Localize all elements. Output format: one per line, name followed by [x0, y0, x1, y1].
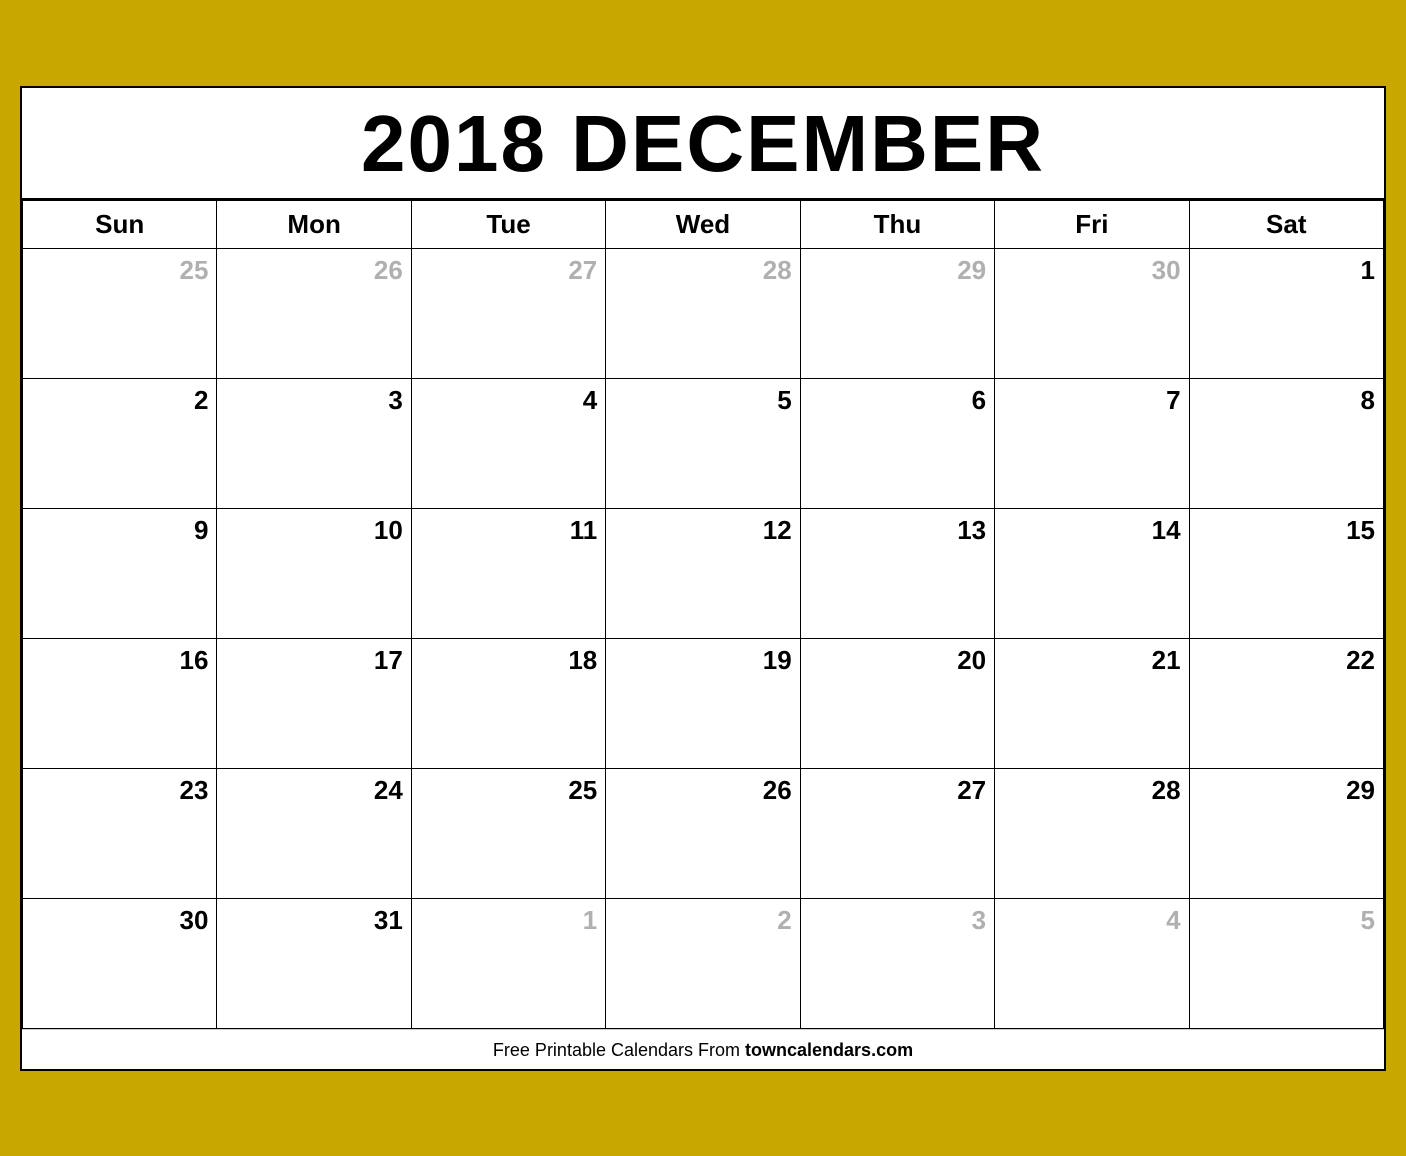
calendar-day-cell: 29 — [1189, 768, 1383, 898]
calendar-day-cell: 29 — [800, 248, 994, 378]
day-header-sun: Sun — [23, 200, 217, 248]
calendar-day-cell: 3 — [800, 898, 994, 1028]
calendar-day-cell: 26 — [606, 768, 800, 898]
calendar-day-cell: 1 — [411, 898, 605, 1028]
day-headers-row: SunMonTueWedThuFriSat — [23, 200, 1384, 248]
calendar-day-cell: 1 — [1189, 248, 1383, 378]
calendar-title: 2018 DECEMBER — [22, 88, 1384, 200]
calendar-day-cell: 16 — [23, 638, 217, 768]
footer-text: Free Printable Calendars From — [493, 1040, 745, 1060]
calendar-body: 2526272829301234567891011121314151617181… — [23, 248, 1384, 1028]
calendar-footer: Free Printable Calendars From towncalend… — [22, 1029, 1384, 1069]
calendar-day-cell: 13 — [800, 508, 994, 638]
calendar-week-row: 9101112131415 — [23, 508, 1384, 638]
calendar-day-cell: 5 — [1189, 898, 1383, 1028]
calendar-day-cell: 25 — [411, 768, 605, 898]
calendar-inner: 2018 DECEMBER SunMonTueWedThuFriSat 2526… — [20, 86, 1386, 1071]
calendar-day-cell: 17 — [217, 638, 411, 768]
calendar-day-cell: 31 — [217, 898, 411, 1028]
day-header-tue: Tue — [411, 200, 605, 248]
calendar-day-cell: 28 — [606, 248, 800, 378]
day-header-sat: Sat — [1189, 200, 1383, 248]
calendar-day-cell: 7 — [995, 378, 1189, 508]
calendar-day-cell: 12 — [606, 508, 800, 638]
calendar-day-cell: 23 — [23, 768, 217, 898]
calendar-week-row: 23242526272829 — [23, 768, 1384, 898]
calendar-week-row: 303112345 — [23, 898, 1384, 1028]
calendar-day-cell: 14 — [995, 508, 1189, 638]
calendar-day-cell: 8 — [1189, 378, 1383, 508]
calendar-day-cell: 19 — [606, 638, 800, 768]
calendar-wrapper: 2018 DECEMBER SunMonTueWedThuFriSat 2526… — [10, 76, 1396, 1081]
calendar-day-cell: 21 — [995, 638, 1189, 768]
day-header-fri: Fri — [995, 200, 1189, 248]
calendar-day-cell: 22 — [1189, 638, 1383, 768]
day-header-mon: Mon — [217, 200, 411, 248]
calendar-day-cell: 5 — [606, 378, 800, 508]
calendar-day-cell: 2 — [606, 898, 800, 1028]
calendar-week-row: 16171819202122 — [23, 638, 1384, 768]
footer-site: towncalendars.com — [745, 1040, 913, 1060]
calendar-day-cell: 26 — [217, 248, 411, 378]
calendar-day-cell: 30 — [995, 248, 1189, 378]
calendar-day-cell: 18 — [411, 638, 605, 768]
calendar-day-cell: 2 — [23, 378, 217, 508]
calendar-day-cell: 25 — [23, 248, 217, 378]
calendar-day-cell: 27 — [411, 248, 605, 378]
calendar-day-cell: 28 — [995, 768, 1189, 898]
calendar-day-cell: 4 — [411, 378, 605, 508]
day-header-wed: Wed — [606, 200, 800, 248]
calendar-day-cell: 3 — [217, 378, 411, 508]
calendar-day-cell: 24 — [217, 768, 411, 898]
calendar-day-cell: 10 — [217, 508, 411, 638]
calendar-day-cell: 9 — [23, 508, 217, 638]
calendar-day-cell: 30 — [23, 898, 217, 1028]
calendar-day-cell: 15 — [1189, 508, 1383, 638]
day-header-thu: Thu — [800, 200, 994, 248]
calendar-day-cell: 27 — [800, 768, 994, 898]
calendar-grid: SunMonTueWedThuFriSat 252627282930123456… — [22, 200, 1384, 1029]
calendar-day-cell: 20 — [800, 638, 994, 768]
calendar-week-row: 2526272829301 — [23, 248, 1384, 378]
calendar-day-cell: 4 — [995, 898, 1189, 1028]
calendar-day-cell: 11 — [411, 508, 605, 638]
calendar-day-cell: 6 — [800, 378, 994, 508]
calendar-week-row: 2345678 — [23, 378, 1384, 508]
